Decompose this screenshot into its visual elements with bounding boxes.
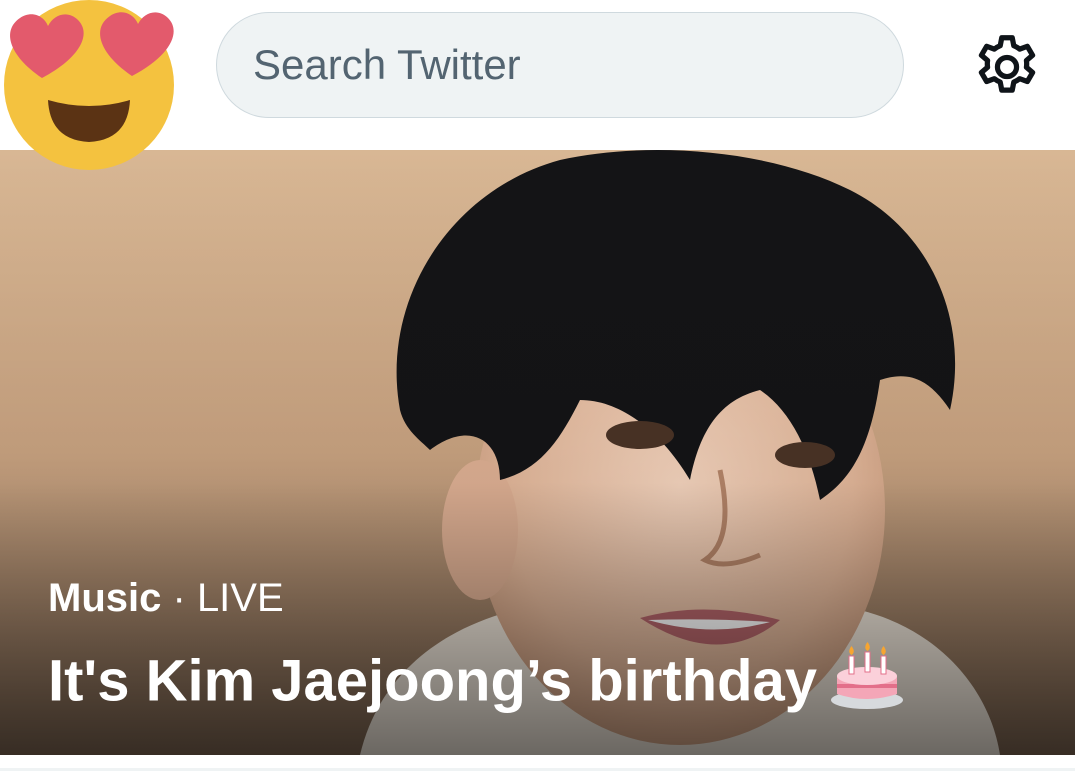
trend-category: Music	[48, 576, 162, 620]
search-bar[interactable]	[216, 12, 904, 118]
trend-title: It's Kim Jaejoong’s birthday	[48, 642, 905, 726]
separator-dot: ·	[172, 576, 186, 620]
settings-button[interactable]	[970, 30, 1044, 104]
trending-hero-card[interactable]: Music · LIVE It's Kim Jaejoong’s birthda…	[0, 150, 1075, 755]
section-divider	[0, 768, 1075, 771]
top-header	[0, 0, 1075, 170]
live-status: LIVE	[196, 576, 284, 620]
search-input[interactable]	[253, 41, 853, 89]
explore-page: Music · LIVE It's Kim Jaejoong’s birthda…	[0, 0, 1075, 783]
trend-title-text: It's Kim Jaejoong’s birthday	[48, 648, 818, 714]
gear-icon	[978, 35, 1036, 93]
birthday-cake-icon	[829, 638, 905, 720]
trend-metadata: Music · LIVE	[48, 578, 284, 618]
heart-eyes-face-icon	[4, 0, 174, 170]
profile-avatar[interactable]	[0, 0, 180, 170]
